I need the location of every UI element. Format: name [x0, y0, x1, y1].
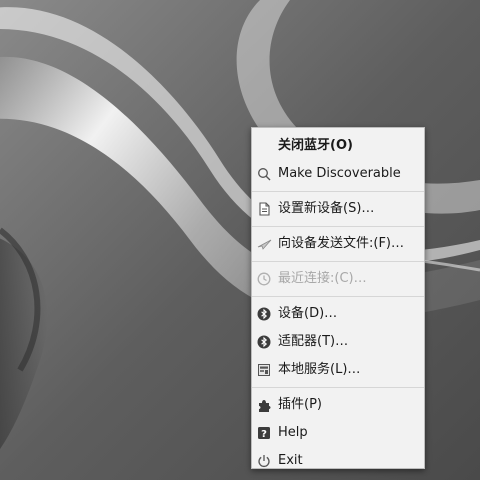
menu-item-make-discoverable[interactable]: Make Discoverable	[252, 160, 424, 188]
services-icon	[256, 362, 272, 378]
menu-item-plugins[interactable]: 插件(P)	[252, 391, 424, 419]
menu-item-local-services[interactable]: 本地服务(L)…	[252, 356, 424, 384]
new-document-icon	[256, 201, 272, 217]
menu-item-label: 向设备发送文件:(F)…	[278, 236, 405, 251]
menu-separator	[252, 387, 424, 388]
search-icon	[256, 166, 272, 182]
menu-item-devices[interactable]: 设备(D)…	[252, 300, 424, 328]
menu-item-label: Exit	[278, 453, 303, 468]
menu-item-label: 本地服务(L)…	[278, 362, 361, 377]
clock-icon	[256, 271, 272, 287]
bluetooth-icon	[256, 306, 272, 322]
send-plane-icon	[256, 236, 272, 252]
menu-item-label: 插件(P)	[278, 397, 322, 412]
menu-item-toggle-bluetooth[interactable]: 关闭蓝牙(O)	[252, 132, 424, 160]
menu-item-recent-connections[interactable]: 最近连接:(C)…	[252, 265, 424, 293]
menu-item-setup-new-device[interactable]: 设置新设备(S)…	[252, 195, 424, 223]
menu-separator	[252, 226, 424, 227]
menu-separator	[252, 261, 424, 262]
menu-item-label: 设置新设备(S)…	[278, 201, 375, 216]
menu-item-send-files[interactable]: 向设备发送文件:(F)…	[252, 230, 424, 258]
power-icon	[256, 453, 272, 469]
blank-icon	[256, 138, 272, 154]
tray-context-menu: 关闭蓝牙(O) Make Discoverable 设置新设备(S)… 向设备发…	[251, 127, 425, 469]
menu-item-label: 关闭蓝牙(O)	[278, 138, 353, 153]
menu-item-label: Help	[278, 425, 308, 440]
menu-item-exit[interactable]: Exit	[252, 447, 424, 475]
menu-item-help[interactable]: ? Help	[252, 419, 424, 447]
bluetooth-icon	[256, 334, 272, 350]
menu-item-label: 最近连接:(C)…	[278, 271, 367, 286]
menu-separator	[252, 296, 424, 297]
menu-item-adapters[interactable]: 适配器(T)…	[252, 328, 424, 356]
menu-item-label: 设备(D)…	[278, 306, 338, 321]
menu-separator	[252, 191, 424, 192]
menu-item-label: 适配器(T)…	[278, 334, 349, 349]
menu-item-label: Make Discoverable	[278, 166, 401, 181]
puzzle-icon	[256, 397, 272, 413]
svg-text:?: ?	[261, 429, 267, 440]
help-icon: ?	[256, 425, 272, 441]
